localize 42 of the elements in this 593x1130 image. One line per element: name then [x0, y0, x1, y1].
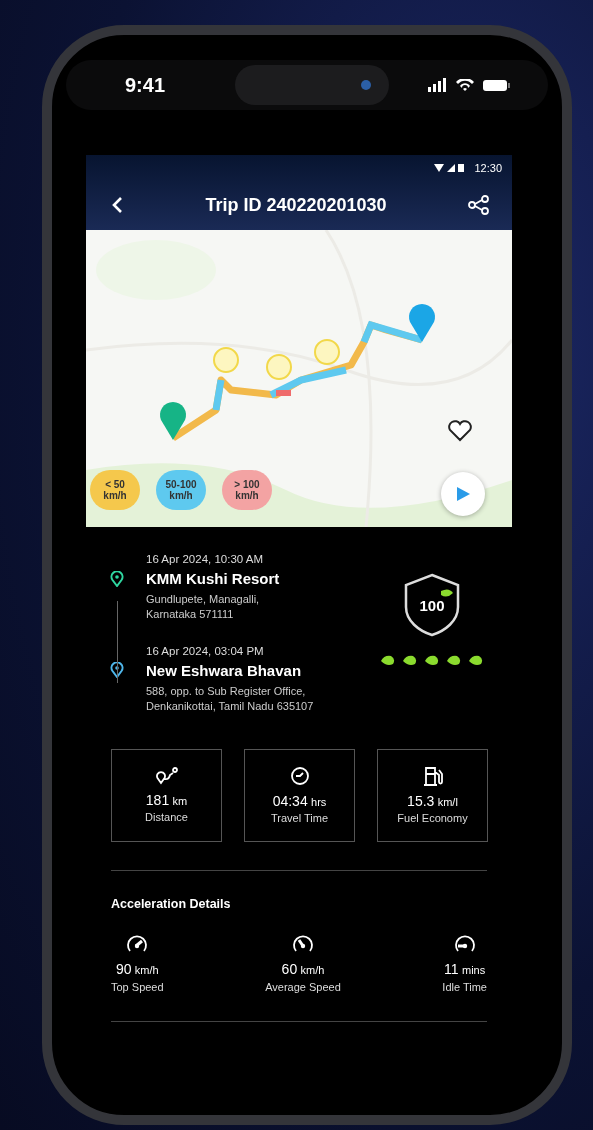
speedometer-icon: [290, 934, 315, 953]
stop-address: Denkanikottai, Tamil Nadu 635107: [146, 699, 315, 715]
play-icon: [455, 486, 471, 502]
stat-value: 04:34 hrs: [272, 793, 327, 810]
stat-label: Fuel Economy: [397, 812, 468, 825]
location-pin-icon: [110, 570, 124, 587]
fuel-pump-icon: [422, 766, 443, 787]
status-time: 9:41: [125, 73, 166, 97]
leaf-icon: [380, 655, 396, 667]
share-icon[interactable]: [468, 195, 490, 215]
location-pin-icon: [110, 662, 124, 679]
stat-value: 60 km/h: [281, 960, 325, 977]
trip-title: Trip ID 240220201030: [205, 194, 387, 216]
stop-address: 588, opp. to Sub Register Office,: [146, 683, 307, 699]
stop-address: Karnataka 571111: [146, 607, 235, 623]
stop-datetime: 16 Apr 2024, 10:30 AM: [146, 553, 264, 565]
speedometer-icon: [452, 934, 477, 953]
stat-label: Travel Time: [270, 812, 328, 825]
leaf-icon: [446, 655, 462, 667]
stat-label: Top Speed: [111, 980, 164, 993]
back-icon[interactable]: [110, 196, 124, 214]
stop-name: New Eshwara Bhavan: [146, 661, 302, 679]
stat-label: Distance: [145, 811, 188, 824]
heart-icon[interactable]: [447, 420, 473, 442]
route-icon: [155, 767, 178, 786]
leaf-icon: [402, 655, 418, 667]
stop-address: Gundlupete, Managalli,: [146, 592, 261, 607]
stat-value: 15.3 km/l: [407, 793, 458, 810]
stat-label: Average Speed: [265, 980, 341, 993]
status-time: 12:30: [474, 161, 502, 174]
stat-value: 90 km/h: [115, 960, 159, 977]
section-title: Acceleration Details: [110, 895, 232, 911]
stat-value: 11 mins: [444, 960, 486, 977]
stat-label: Idle Time: [442, 980, 487, 993]
stat-value: 181 km: [145, 792, 188, 809]
leaf-icon: [468, 655, 484, 667]
stop-name: KMM Kushi Resort: [146, 570, 280, 587]
leaf-icon: [424, 655, 440, 667]
score-shield: 100: [403, 573, 461, 638]
clock-icon: [288, 766, 311, 787]
speedometer-icon: [125, 934, 150, 953]
stop-datetime: 16 Apr 2024, 03:04 PM: [146, 644, 265, 657]
